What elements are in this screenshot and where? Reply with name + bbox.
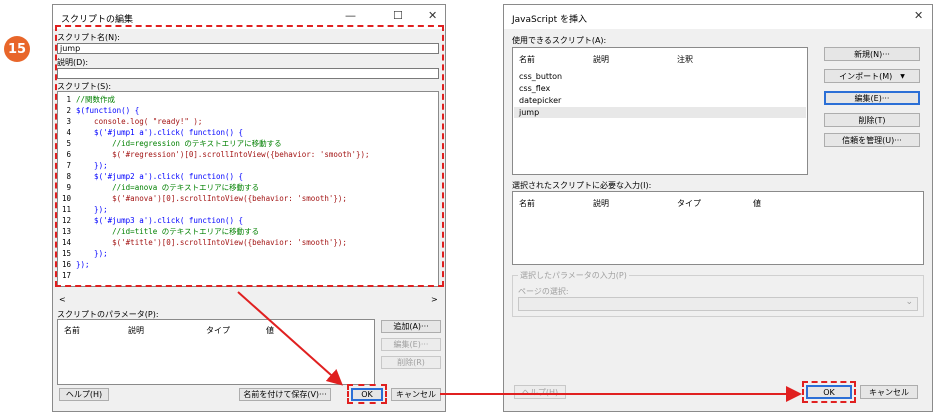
annotation-arrows: [237, 291, 802, 402]
arrow-to-ok: [237, 291, 343, 386]
